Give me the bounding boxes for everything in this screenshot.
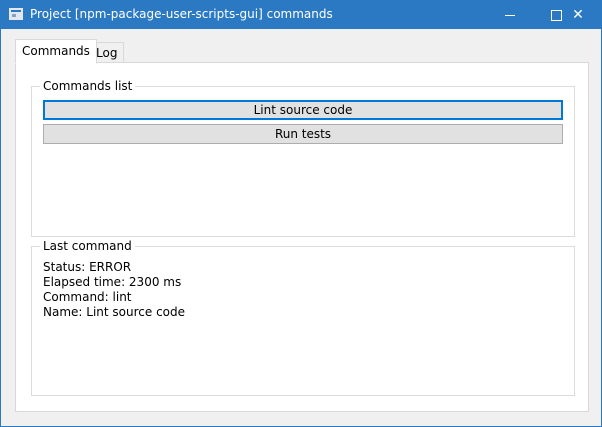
main-window: Project [npm-package-user-scripts-gui] c… [0, 0, 602, 427]
last-command-details: Status: ERROR Elapsed time: 2300 ms Comm… [43, 260, 185, 320]
status-text: Status: ERROR [43, 260, 132, 274]
minimize-button[interactable] [487, 1, 533, 29]
title-bar[interactable]: Project [npm-package-user-scripts-gui] c… [1, 1, 601, 29]
commands-tab-panel: Commands list Lint source code Run tests… [15, 62, 589, 412]
app-window-icon [9, 8, 23, 20]
tab-commands[interactable]: Commands [15, 39, 97, 64]
commands-list-group: Commands list Lint source code Run tests [31, 79, 575, 237]
last-command-legend: Last command [40, 239, 135, 253]
window-title: Project [npm-package-user-scripts-gui] c… [30, 7, 333, 21]
minimize-icon [505, 14, 515, 16]
run-tests-button[interactable]: Run tests [43, 124, 563, 144]
elapsed-time-text: Elapsed time: 2300 ms [43, 275, 182, 289]
lint-source-code-button[interactable]: Lint source code [43, 100, 563, 120]
last-command-group: Last command Status: ERROR Elapsed time:… [31, 239, 575, 396]
commands-list-legend: Commands list [40, 79, 136, 93]
command-name-text: Name: Lint source code [43, 305, 186, 319]
close-button[interactable]: ✕ [555, 1, 601, 29]
close-icon: ✕ [572, 7, 584, 23]
command-text: Command: lint [43, 290, 132, 304]
